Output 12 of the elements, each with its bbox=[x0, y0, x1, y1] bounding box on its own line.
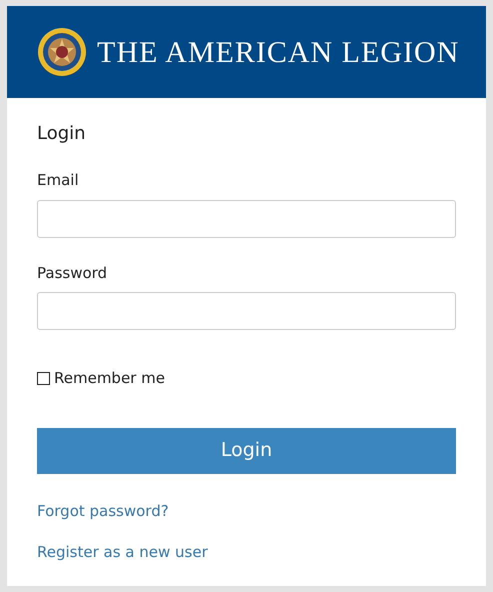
remember-checkbox[interactable] bbox=[37, 372, 50, 385]
password-field[interactable] bbox=[37, 292, 456, 330]
email-field[interactable] bbox=[37, 200, 456, 238]
remember-label: Remember me bbox=[54, 368, 165, 389]
field-label: Email bbox=[37, 170, 79, 191]
forgot-password-link[interactable]: Forgot password? bbox=[37, 500, 169, 522]
site-title: THE AMERICAN LEGION bbox=[97, 34, 460, 70]
login-button[interactable]: Login bbox=[37, 428, 456, 474]
field-label: Password bbox=[37, 262, 108, 284]
form-heading: Login bbox=[37, 122, 87, 146]
emblem-icon bbox=[37, 27, 87, 77]
register-link[interactable]: Register as a new user bbox=[37, 541, 208, 564]
